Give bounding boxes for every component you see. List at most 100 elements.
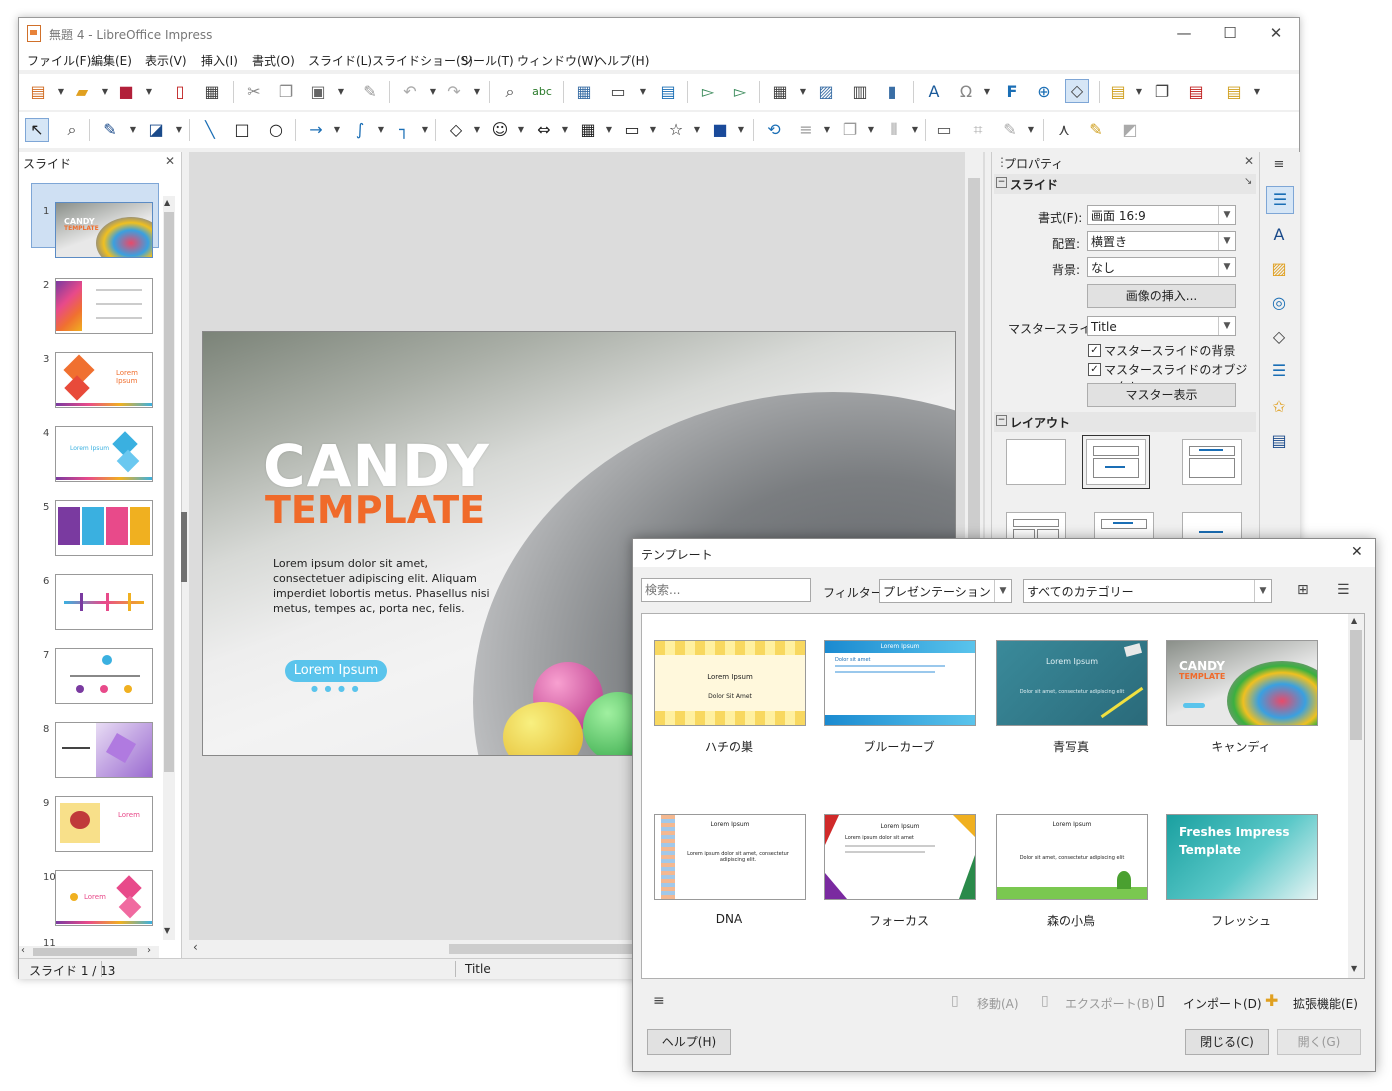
settings-menu-icon[interactable]: ≡ bbox=[653, 993, 665, 1009]
styles-icon[interactable]: A bbox=[1268, 224, 1290, 246]
layout-title-content[interactable] bbox=[1082, 435, 1150, 489]
layout-title-content-2[interactable] bbox=[1182, 439, 1242, 485]
collapse-icon[interactable]: − bbox=[996, 415, 1007, 426]
chevron-down-icon[interactable]: ▼ bbox=[605, 119, 613, 141]
chevron-down-icon[interactable]: ▼ bbox=[867, 119, 875, 141]
menu-format[interactable]: 書式(O) bbox=[252, 52, 295, 69]
insert-image-button[interactable]: 画像の挿入... bbox=[1087, 284, 1236, 308]
chevron-down-icon[interactable]: ▼ bbox=[799, 81, 807, 103]
more-options-icon[interactable]: ↘ bbox=[1244, 176, 1252, 187]
zoom-icon[interactable]: ⌕ bbox=[61, 119, 83, 141]
gallery-icon[interactable]: ▨ bbox=[1268, 258, 1290, 280]
save-icon[interactable]: ■ bbox=[115, 81, 137, 103]
chevron-down-icon[interactable]: ▼ bbox=[429, 81, 437, 103]
slide-thumbnail-2[interactable] bbox=[55, 278, 153, 334]
thumbnail-view-icon[interactable]: ⊞ bbox=[1297, 582, 1309, 598]
filter-select[interactable]: プレゼンテーション ▼ bbox=[879, 579, 1012, 603]
paste-icon[interactable]: ▣ bbox=[307, 81, 329, 103]
slide-thumbnail-7[interactable] bbox=[55, 648, 153, 704]
shapes-icon[interactable]: ◇ bbox=[1268, 326, 1290, 348]
scroll-left-icon[interactable]: ‹ bbox=[193, 940, 198, 954]
new-slide-icon[interactable]: ▤ bbox=[1107, 81, 1129, 103]
chevron-down-icon[interactable]: ▼ bbox=[823, 119, 831, 141]
layout-blank[interactable] bbox=[1006, 439, 1066, 485]
hyperlink-icon[interactable]: ⊕ bbox=[1033, 81, 1055, 103]
chevron-down-icon[interactable]: ▼ bbox=[649, 119, 657, 141]
symbol-shapes-icon[interactable]: ☺ bbox=[489, 119, 511, 141]
dialog-title-bar[interactable]: テンプレート ✕ bbox=[633, 539, 1375, 567]
chevron-down-icon[interactable]: ▼ bbox=[129, 119, 137, 141]
close-button[interactable]: ✕ bbox=[1253, 18, 1299, 48]
undo-icon[interactable]: ↶ bbox=[399, 81, 421, 103]
dialog-close-icon[interactable]: ✕ bbox=[1351, 544, 1363, 560]
chevron-down-icon[interactable]: ▼ bbox=[1253, 81, 1261, 103]
chevron-down-icon[interactable]: ▼ bbox=[337, 81, 345, 103]
scroll-up-icon[interactable]: ▲ bbox=[1351, 616, 1357, 625]
glue-icon[interactable]: ✎ bbox=[1085, 119, 1107, 141]
menu-file[interactable]: ファイル(F) bbox=[27, 52, 91, 69]
master-obj-checkbox[interactable]: ✓ bbox=[1088, 363, 1101, 376]
stars-icon[interactable]: ☆ bbox=[665, 119, 687, 141]
master-slides-icon[interactable]: ▤ bbox=[1268, 430, 1290, 452]
rectangle-icon[interactable]: □ bbox=[231, 119, 253, 141]
list-view-icon[interactable]: ☰ bbox=[1337, 582, 1350, 598]
dialog-close-button[interactable]: 閉じる(C) bbox=[1185, 1029, 1269, 1055]
template-focus[interactable]: Lorem Ipsum Lorem ipsum dolor sit amet bbox=[824, 814, 976, 900]
image-icon[interactable]: ▨ bbox=[815, 81, 837, 103]
template-dna[interactable]: Lorem Ipsum Lorem ipsum dolor sit amet, … bbox=[654, 814, 806, 900]
fill-color-icon[interactable]: ◪ bbox=[145, 119, 167, 141]
chevron-down-icon[interactable]: ▼ bbox=[1027, 119, 1035, 141]
flowchart-icon[interactable]: ▦ bbox=[577, 119, 599, 141]
menu-window[interactable]: ウィンドウ(W) bbox=[517, 52, 598, 69]
duplicate-slide-icon[interactable]: ❐ bbox=[1151, 81, 1173, 103]
animation-icon[interactable]: ☰ bbox=[1268, 360, 1290, 382]
slide-thumbnail-6[interactable] bbox=[55, 574, 153, 630]
chevron-down-icon[interactable]: ▼ bbox=[983, 81, 991, 103]
slide-subtitle[interactable]: TEMPLATE bbox=[265, 488, 485, 532]
clone-formatting-icon[interactable]: ✎ bbox=[359, 81, 381, 103]
toggle-extrusion-icon[interactable]: ◩ bbox=[1119, 119, 1141, 141]
open-button[interactable]: 開く(G) bbox=[1277, 1029, 1361, 1055]
block-arrows-icon[interactable]: ⇔ bbox=[533, 119, 555, 141]
slide-thumbnail-5[interactable] bbox=[55, 500, 153, 556]
chevron-down-icon[interactable]: ▼ bbox=[911, 119, 919, 141]
slide-section-header[interactable]: − スライド ↘ bbox=[994, 174, 1256, 194]
curve-icon[interactable]: ∫ bbox=[349, 119, 371, 141]
chart-icon[interactable]: ▮ bbox=[881, 81, 903, 103]
template-bluecurve[interactable]: Lorem Ipsum Dolor sit amet bbox=[824, 640, 976, 726]
menu-edit[interactable]: 編集(E) bbox=[91, 52, 132, 69]
master-slide-select[interactable]: Title ▼ bbox=[1087, 316, 1236, 336]
chevron-down-icon[interactable]: ▼ bbox=[693, 119, 701, 141]
delete-slide-icon[interactable]: ▤ bbox=[1185, 81, 1207, 103]
chevron-down-icon[interactable]: ▼ bbox=[101, 81, 109, 103]
help-button[interactable]: ヘルプ(H) bbox=[647, 1029, 731, 1055]
grid-icon[interactable]: ▦ bbox=[573, 81, 595, 103]
template-blueprint[interactable]: Lorem Ipsum Dolor sit amet, consectetur … bbox=[996, 640, 1148, 726]
move-button[interactable]: 移動(A) bbox=[977, 995, 1019, 1012]
slide-thumbnail-9[interactable]: Lorem bbox=[55, 796, 153, 852]
distribute-icon[interactable]: ⫴ bbox=[883, 119, 905, 141]
slide-pane-hscrollbar[interactable]: ‹ › bbox=[19, 945, 159, 958]
3d-objects-icon[interactable]: ■ bbox=[709, 119, 731, 141]
slide-body-text[interactable]: Lorem ipsum dolor sit amet, consectetuer… bbox=[273, 556, 493, 616]
slide-thumbnail-3[interactable]: Lorem Ipsum bbox=[55, 352, 153, 408]
new-icon[interactable]: ▤ bbox=[27, 81, 49, 103]
import-button[interactable]: インポート(D) bbox=[1183, 995, 1262, 1012]
properties-icon[interactable]: ☰ bbox=[1266, 186, 1294, 214]
master-slide-icon[interactable]: ▤ bbox=[657, 81, 679, 103]
scroll-right-icon[interactable]: › bbox=[147, 945, 151, 956]
export-pdf-icon[interactable]: ▯ bbox=[169, 81, 191, 103]
extensions-button[interactable]: 拡張機能(E) bbox=[1293, 995, 1358, 1012]
crop-icon[interactable]: ⌗ bbox=[967, 119, 989, 141]
scroll-down-icon[interactable]: ▼ bbox=[1351, 964, 1357, 973]
template-candy[interactable]: CANDY TEMPLATE bbox=[1166, 640, 1318, 726]
chevron-down-icon[interactable]: ▼ bbox=[1218, 232, 1235, 250]
properties-close-icon[interactable]: ✕ bbox=[1244, 154, 1254, 168]
print-icon[interactable]: ▦ bbox=[201, 81, 223, 103]
show-draw-icon[interactable]: ◇ bbox=[1065, 79, 1089, 103]
basic-shapes-icon[interactable]: ◇ bbox=[445, 119, 467, 141]
rotate-icon[interactable]: ⟲ bbox=[763, 119, 785, 141]
slide-button[interactable]: Lorem Ipsum bbox=[285, 660, 387, 682]
align-icon[interactable]: ≡ bbox=[795, 119, 817, 141]
navigator-icon[interactable]: ◎ bbox=[1268, 292, 1290, 314]
